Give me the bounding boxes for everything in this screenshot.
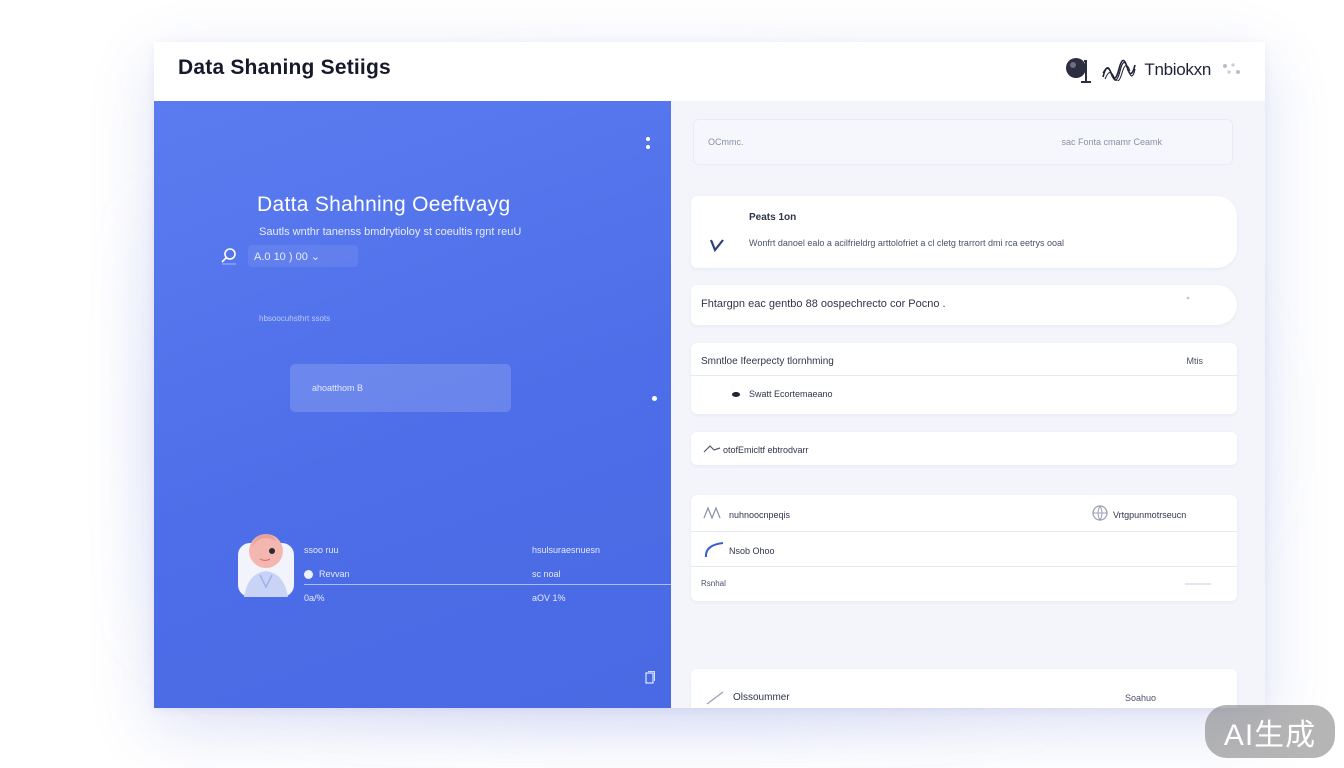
- sharing-card-title: Smntloe Ifeerpecty tlornhming: [701, 356, 834, 367]
- page-title: Data Shaning Setiigs: [178, 56, 391, 79]
- overview-search: A.0 10 ) 00 ⌄: [220, 243, 365, 269]
- sharing-card: Smntloe Ifeerpecty tlornhming Mtis Swatt…: [691, 343, 1237, 414]
- info-card[interactable]: Peats 1on Wonfrt danoel ealo a acilfriel…: [691, 196, 1237, 268]
- stat-label: ssoo ruu: [304, 545, 339, 555]
- wave-icon: [1102, 59, 1137, 81]
- placeholder-bar: [1185, 583, 1211, 585]
- profile-stat-values: hsulsuraesnuesn sc noal aOV 1%: [532, 538, 600, 610]
- slash-icon: [706, 691, 724, 705]
- sparkle-icon: [1223, 63, 1240, 74]
- stat-value: aOV 1%: [532, 593, 566, 603]
- stat-value: hsulsuraesnuesn: [532, 545, 601, 555]
- bottom-card[interactable]: Olssoummer Soahuo: [691, 669, 1237, 708]
- partner-text: otofEmicltf ebtrodvarr: [723, 445, 809, 455]
- search-placeholder: OCmmc.: [708, 137, 744, 147]
- info-card-title: Peats 1on: [749, 212, 797, 223]
- overview-subtitle: Sautls wnthr tanenss bmdrytioloy st coeu…: [259, 226, 522, 238]
- more-options-icon[interactable]: [645, 137, 651, 151]
- overview-heading: Datta Shahning Oeeftvayg: [257, 193, 511, 216]
- radio-dot-icon[interactable]: [732, 392, 740, 397]
- bottom-card-right[interactable]: Soahuo: [1125, 693, 1156, 703]
- stat-value: sc noal: [532, 569, 561, 579]
- search-hint: sac Fonta cmamr Ceamk: [1061, 137, 1162, 147]
- stat-label: Revvan: [319, 569, 350, 579]
- network-card: nuhnoocnpeqis Vrtgpunmotrseucn Nsob Ohoo…: [691, 495, 1237, 601]
- globe-icon: [1092, 505, 1108, 521]
- link-icon: [703, 445, 721, 453]
- authorize-button[interactable]: ahoatthom B: [290, 364, 511, 412]
- settings-panel: OCmmc. sac Fonta cmamr Ceamk Peats 1on W…: [671, 101, 1265, 708]
- stat-label: 0a/%: [304, 593, 325, 603]
- sharing-overview-panel: Datta Shahning Oeeftvayg Sautls wnthr ta…: [154, 101, 671, 708]
- title-bar: Data Shaning Setiigs Tnbiokxn: [154, 42, 1265, 101]
- overview-caption: hbsoocuhsthrt ssots: [259, 314, 331, 323]
- network-item[interactable]: Nsob Ohoo: [729, 546, 775, 556]
- logo-badge-icon: [1066, 58, 1092, 83]
- settings-search-bar[interactable]: OCmmc. sac Fonta cmamr Ceamk: [693, 119, 1233, 165]
- search-icon[interactable]: [220, 247, 238, 265]
- copy-icon[interactable]: [645, 671, 655, 684]
- divider: [691, 531, 1237, 532]
- search-input[interactable]: A.0 10 ) 00 ⌄: [248, 245, 358, 267]
- info-card-description: Wonfrt danoel ealo a acilfrieldrg arttol…: [749, 238, 1064, 248]
- sharing-option[interactable]: Swatt Ecortemaeano: [749, 389, 833, 399]
- chevron-icon: [1186, 296, 1190, 300]
- brand-name: Tnbiokxn: [1144, 60, 1211, 79]
- ai-generated-watermark: AI生成: [1205, 705, 1335, 758]
- network-left-label: nuhnoocnpeqis: [729, 510, 791, 520]
- profile-stat-labels: ssoo ruu Revvan 0a/%: [304, 538, 350, 610]
- network-icon: [703, 506, 721, 520]
- check-icon: [709, 239, 724, 252]
- indicator-dot: [652, 396, 657, 401]
- brand[interactable]: Tnbiokxn: [1064, 52, 1243, 88]
- sharing-card-badge[interactable]: Mtis: [1187, 356, 1204, 366]
- partner-card[interactable]: otofEmicltf ebtrodvarr: [691, 432, 1237, 465]
- permission-card[interactable]: Fhtargpn eac gentbo 88 oospechrecto cor …: [691, 285, 1237, 325]
- network-footer: Rsnhal: [701, 579, 726, 588]
- divider: [691, 375, 1237, 376]
- stat-divider: [304, 584, 671, 585]
- divider: [691, 566, 1237, 567]
- swoosh-icon: [704, 542, 724, 558]
- status-dot-icon: [304, 569, 313, 579]
- permission-text: Fhtargpn eac gentbo 88 oospechrecto cor …: [701, 298, 946, 310]
- bottom-card-left: Olssoummer: [733, 692, 790, 703]
- network-right-label: Vrtgpunmotrseucn: [1113, 510, 1187, 520]
- settings-window: Data Shaning Setiigs Tnbiokxn Datta Shah…: [154, 42, 1265, 708]
- avatar[interactable]: [238, 529, 294, 597]
